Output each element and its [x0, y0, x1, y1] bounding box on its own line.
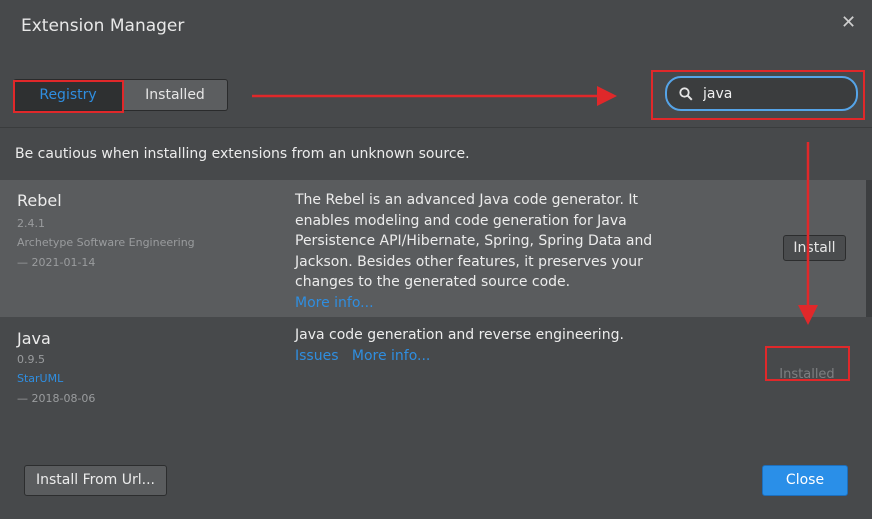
annotation-arrows: [252, 86, 818, 325]
